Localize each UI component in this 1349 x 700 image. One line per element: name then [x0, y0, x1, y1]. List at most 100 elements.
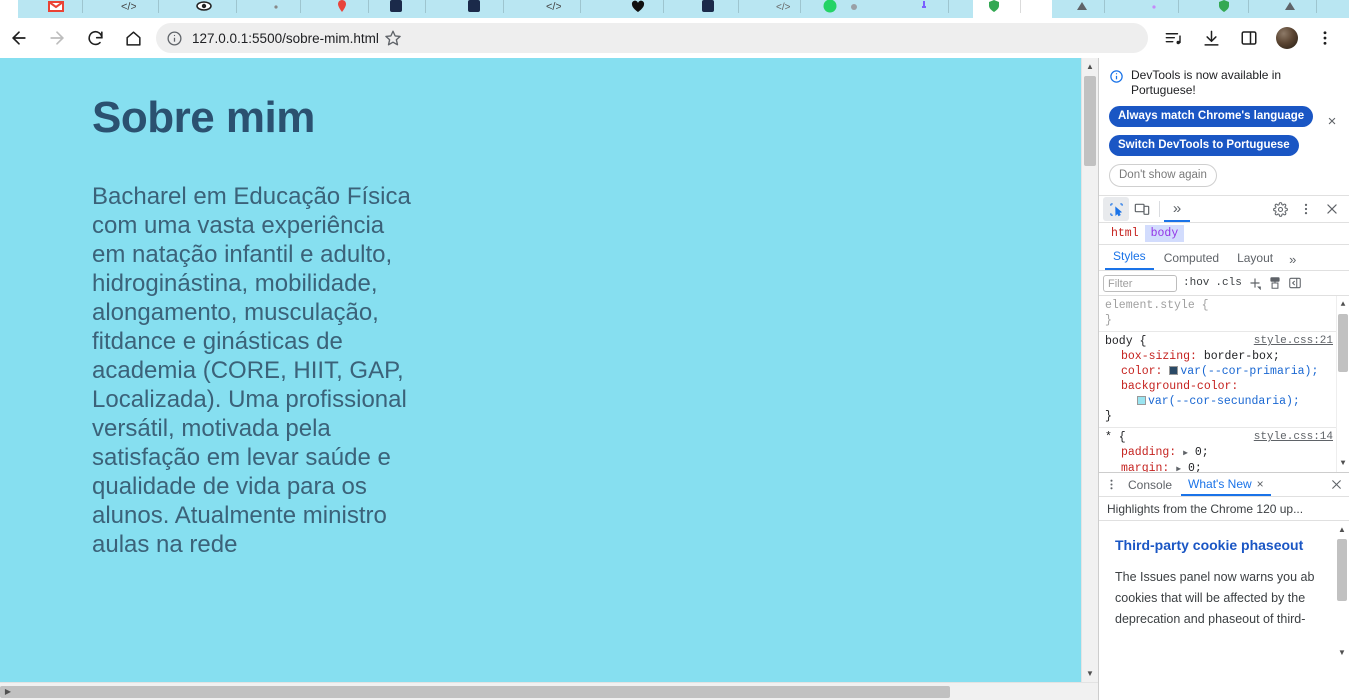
tab-favicon-gmail[interactable] [48, 0, 64, 14]
css-rule-body[interactable]: style.css:21 body { box-sizing: border-b… [1099, 332, 1349, 428]
breadcrumb-item-html[interactable]: html [1105, 225, 1145, 242]
tab-favicon-file[interactable] [388, 0, 404, 14]
filter-input[interactable]: Filter [1103, 274, 1177, 292]
expand-triangle-icon[interactable]: ▶ [1176, 465, 1181, 472]
drawer-tab-whats-new[interactable]: What's New × [1181, 474, 1271, 496]
declaration-value[interactable]: var(--cor-primaria); [1180, 365, 1318, 378]
tab-favicon-doc[interactable]: </> [775, 0, 791, 14]
reload-icon[interactable] [79, 22, 111, 54]
print-icon[interactable] [1268, 276, 1282, 290]
tab-favicon-dot[interactable] [1146, 0, 1162, 14]
tab-favicon-dot[interactable] [268, 0, 284, 14]
color-swatch[interactable] [1137, 396, 1146, 405]
tab-favicon-heart[interactable] [630, 0, 646, 14]
close-icon[interactable]: × [1257, 477, 1264, 491]
css-declaration[interactable]: box-sizing: border-box; [1105, 349, 1345, 364]
devtools-close-icon[interactable] [1319, 197, 1345, 221]
css-rule-element-style[interactable]: element.style { } [1099, 296, 1349, 332]
scroll-up-icon[interactable]: ▲ [1082, 58, 1098, 75]
rule-source-link[interactable]: style.css:14 [1254, 430, 1333, 445]
css-rule-universal[interactable]: style.css:14 * { padding: ▶ 0; margin: ▶… [1099, 428, 1349, 472]
language-banner-message: DevTools is now available in Portuguese! [1131, 68, 1282, 97]
tab-favicon-location[interactable] [334, 0, 350, 14]
site-info-icon[interactable] [162, 26, 186, 50]
switch-to-portuguese-button[interactable]: Switch DevTools to Portuguese [1109, 135, 1299, 156]
tab-favicon-triangle[interactable] [1282, 0, 1298, 14]
home-icon[interactable] [117, 22, 149, 54]
tab-styles[interactable]: Styles [1105, 244, 1154, 270]
scroll-down-icon[interactable]: ▼ [1337, 455, 1349, 472]
tab-favicon-code[interactable]: </> [120, 0, 136, 14]
url-text[interactable]: 127.0.0.1:5500/sobre-mim.html [192, 31, 379, 46]
tab-strip[interactable]: </> </> </> [0, 0, 1349, 18]
always-match-language-button[interactable]: Always match Chrome's language [1109, 106, 1314, 127]
forward-arrow-icon[interactable] [41, 22, 73, 54]
sidebar-toggle-icon[interactable] [1288, 276, 1302, 290]
close-icon[interactable]: × [1323, 112, 1341, 130]
more-panels-icon[interactable]: » [1164, 196, 1190, 222]
hov-toggle[interactable]: :hov [1183, 277, 1209, 289]
plus-icon[interactable] [1248, 276, 1262, 290]
tab-favicon-eye[interactable] [196, 0, 212, 14]
back-arrow-icon[interactable] [3, 22, 35, 54]
color-swatch[interactable] [1169, 366, 1179, 375]
drawer-tab-console[interactable]: Console [1121, 475, 1179, 495]
scroll-up-icon[interactable]: ▲ [1337, 296, 1349, 313]
page-horizontal-scrollbar[interactable]: ▶ [0, 682, 1098, 700]
vertical-scroll-thumb[interactable] [1084, 76, 1096, 166]
css-declaration[interactable]: padding: ▶ 0; [1105, 445, 1345, 461]
tab-favicon-pin[interactable] [916, 0, 932, 14]
styles-scroll-thumb[interactable] [1338, 314, 1348, 372]
cls-toggle[interactable]: .cls [1215, 277, 1241, 289]
tab-computed[interactable]: Computed [1156, 246, 1227, 270]
drawer-more-options-icon[interactable] [1103, 473, 1119, 497]
css-declaration[interactable]: margin: ▶ 0; [1105, 461, 1345, 472]
tab-divider [738, 0, 739, 13]
declaration-value[interactable]: border-box; [1204, 350, 1280, 363]
css-declaration[interactable]: background-color: [1105, 379, 1345, 394]
side-panel-icon[interactable] [1233, 22, 1265, 54]
declaration-value[interactable]: 0; [1195, 446, 1209, 459]
scroll-up-icon[interactable]: ▲ [1336, 521, 1348, 538]
devtools-more-options-icon[interactable] [1293, 197, 1319, 221]
tab-favicon-shield[interactable] [1216, 0, 1232, 14]
styles-tabs-overflow-icon[interactable]: » [1283, 249, 1302, 270]
page-vertical-scrollbar[interactable]: ▲ ▼ [1081, 58, 1098, 682]
avatar[interactable] [1271, 22, 1303, 54]
breadcrumb-item-body[interactable]: body [1144, 225, 1185, 242]
tab-favicon-file[interactable] [466, 0, 482, 14]
tab-favicon-code[interactable]: </> [545, 0, 561, 14]
whats-new-scroll-thumb[interactable] [1337, 539, 1347, 601]
rule-source-link[interactable]: style.css:21 [1254, 334, 1333, 349]
expand-triangle-icon[interactable]: ▶ [1183, 449, 1188, 458]
dont-show-again-button[interactable]: Don't show again [1109, 164, 1217, 187]
device-toolbar-icon[interactable] [1129, 197, 1155, 221]
star-icon[interactable] [378, 24, 407, 52]
tab-favicon-file[interactable] [700, 0, 716, 14]
tab-group-right[interactable] [1052, 0, 1349, 18]
declaration-value[interactable]: 0; [1188, 462, 1202, 472]
horizontal-scroll-thumb[interactable] [0, 686, 950, 698]
scroll-right-icon[interactable]: ▶ [0, 683, 16, 700]
declaration-value[interactable]: var(--cor-secundaria); [1148, 395, 1300, 408]
breadcrumb[interactable]: html body [1099, 223, 1349, 245]
media-list-icon[interactable] [1157, 22, 1189, 54]
tab-favicon-triangle[interactable] [1074, 0, 1090, 14]
gear-icon[interactable] [1267, 197, 1293, 221]
tab-favicon-whatsapp[interactable] [822, 0, 838, 14]
styles-scrollbar[interactable]: ▲ ▼ [1336, 296, 1349, 472]
tab-layout[interactable]: Layout [1229, 246, 1281, 270]
scroll-down-icon[interactable]: ▼ [1082, 665, 1098, 682]
css-declaration[interactable]: color: var(--cor-primaria); [1105, 364, 1345, 379]
css-declaration-value-wrap[interactable]: var(--cor-secundaria); [1105, 394, 1345, 409]
inspect-element-icon[interactable] [1103, 197, 1129, 221]
scroll-down-icon[interactable]: ▼ [1336, 644, 1348, 661]
tab-favicon-cloud[interactable] [846, 0, 862, 14]
article-title[interactable]: Third-party cookie phaseout [1115, 537, 1339, 553]
tab-favicon-shield[interactable] [986, 0, 1002, 14]
drawer-close-icon[interactable] [1327, 473, 1345, 497]
download-icon[interactable] [1195, 22, 1227, 54]
address-bar[interactable]: 127.0.0.1:5500/sobre-mim.html [156, 23, 1148, 53]
whats-new-scrollbar[interactable]: ▲ ▼ [1336, 521, 1349, 661]
three-dot-menu-icon[interactable] [1309, 22, 1341, 54]
